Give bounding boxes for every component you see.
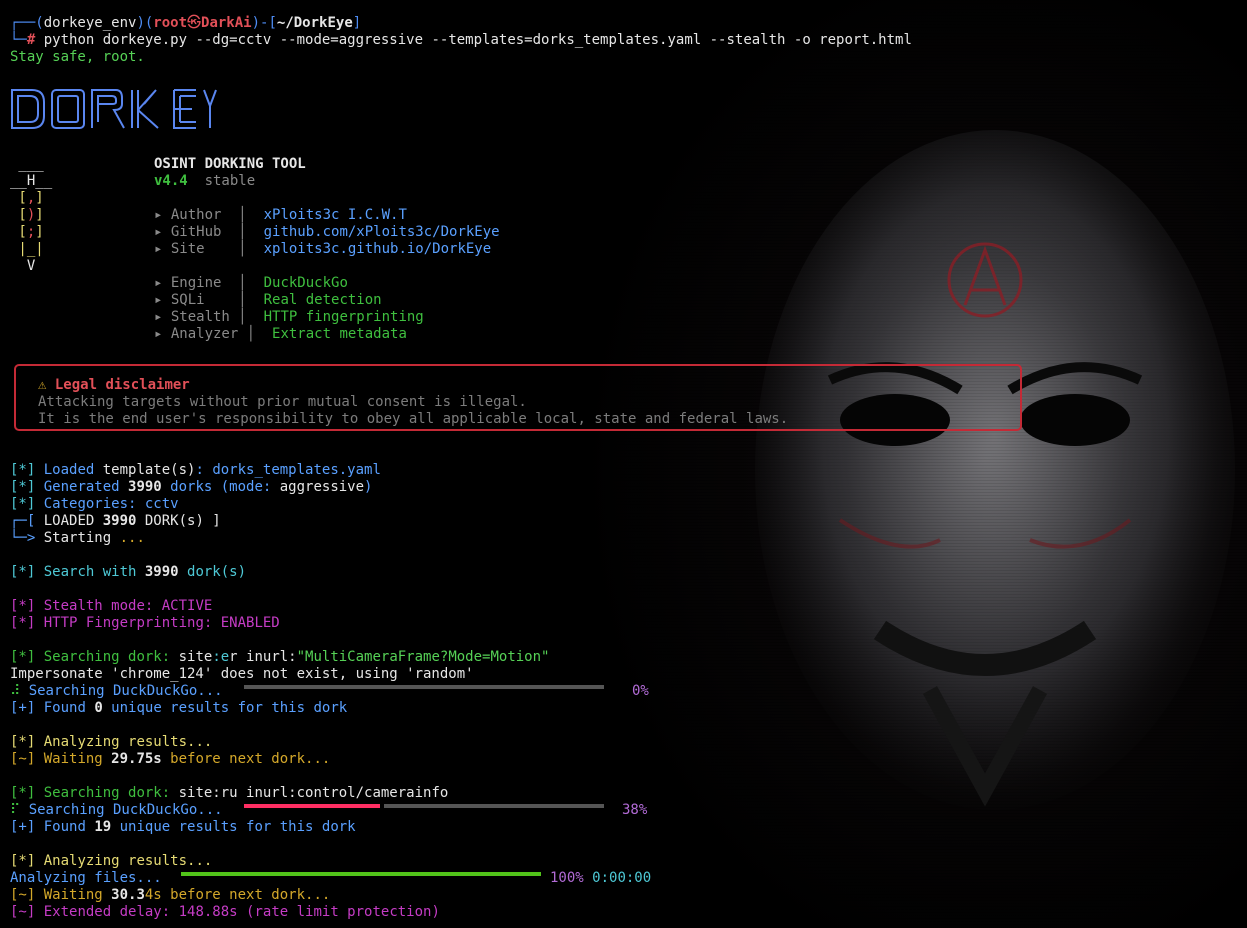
- prompt-host: DarkAi: [201, 15, 252, 31]
- feature-sqli: ▸ SQLi │ Real detection: [154, 292, 382, 308]
- tool-title: OSINT DORKING TOOL: [154, 156, 306, 172]
- mascot-line: V: [10, 258, 36, 274]
- log-analyzing1: [*] Analyzing results...: [10, 734, 213, 750]
- feature-engine: ▸ Engine │ DuckDuckGo: [154, 275, 348, 291]
- mascot-line: [)]: [10, 207, 44, 223]
- command-text[interactable]: python dorkeye.py --dg=cctv --mode=aggre…: [44, 32, 912, 48]
- feature-analyzer: ▸ Analyzer │ Extract metadata: [154, 326, 407, 342]
- log-waiting1: [~] Waiting 29.75s before next dork...: [10, 751, 331, 767]
- progress-track-2: [384, 804, 604, 808]
- progress-percent-1: 0%: [632, 683, 649, 699]
- log-http-fingerprint: [*] HTTP Fingerprinting: ENABLED: [10, 615, 280, 631]
- info-author: ▸ Author │ xPloits3c I.C.W.T: [154, 207, 407, 223]
- log-starting: └─> Starting ...: [10, 530, 145, 546]
- mascot-line: |_|: [10, 241, 44, 257]
- mascot-line: [;]: [10, 224, 44, 240]
- disclaimer-line: Attacking targets without prior mutual c…: [38, 394, 527, 410]
- log-loaded: [*] Loaded template(s): dorks_templates.…: [10, 462, 381, 478]
- log-loaded-box: ┌─[ LOADED 3990 DORK(s) ]: [10, 513, 221, 529]
- analyzing-files-label: Analyzing files...: [10, 870, 162, 886]
- tool-version: v4.4 stable: [154, 173, 256, 189]
- spinner-icon: ⠼: [10, 683, 21, 699]
- command-line[interactable]: └─# python dorkeye.py --dg=cctv --mode=a…: [10, 32, 912, 49]
- mascot-line: __H__: [10, 173, 53, 189]
- dorkeye-logo: [11, 89, 217, 129]
- info-site: ▸ Site │ xploits3c.github.io/DorkEye: [154, 241, 492, 257]
- analyzing-files-status: 100% 0:00:00: [550, 870, 652, 886]
- progress-percent-2: 38%: [622, 802, 648, 818]
- log-extended-delay: [~] Extended delay: 148.88s (rate limit …: [10, 904, 440, 920]
- author-link[interactable]: xPloits3c I.C.W.T: [264, 207, 407, 223]
- prompt-env: dorkeye_env: [43, 15, 137, 31]
- progress-fill-2: [244, 804, 380, 808]
- site-link[interactable]: xploits3c.github.io/DorkEye: [264, 241, 492, 257]
- mascot-line: [,]: [10, 190, 44, 206]
- greeting: Stay safe, root.: [10, 49, 145, 65]
- spinner-icon: ⠏: [10, 802, 21, 818]
- github-link[interactable]: github.com/xPloits3c/DorkEye: [264, 224, 500, 240]
- log-waiting2: [~] Waiting 30.34s before next dork...: [10, 887, 331, 903]
- progress-search-1: ⠼ Searching DuckDuckGo...: [10, 683, 223, 699]
- disclaimer-title: ⚠ Legal disclaimer: [38, 377, 190, 393]
- info-github: ▸ GitHub │ github.com/xPloits3c/DorkEye: [154, 224, 500, 240]
- feature-stealth: ▸ Stealth │ HTTP fingerprinting: [154, 309, 424, 325]
- log-impersonate: Impersonate 'chrome_124' does not exist,…: [10, 666, 474, 682]
- prompt-line: ┌──(dorkeye_env)(root㉿DarkAi)-[~/DorkEye…: [10, 15, 362, 31]
- log-analyzing2: [*] Analyzing results...: [10, 853, 213, 869]
- log-categories: [*] Categories: cctv: [10, 496, 179, 512]
- log-generated: [*] Generated 3990 dorks (mode: aggressi…: [10, 479, 373, 495]
- progress-fill-files: [181, 872, 541, 876]
- log-found2: [+] Found 19 unique results for this dor…: [10, 819, 356, 835]
- log-stealth: [*] Stealth mode: ACTIVE: [10, 598, 213, 614]
- log-search-with: [*] Search with 3990 dork(s): [10, 564, 247, 580]
- log-dork2: [*] Searching dork: site:ru inurl:contro…: [10, 785, 449, 801]
- skull-icon: ㉿: [187, 15, 202, 31]
- progress-track-1: [244, 685, 604, 689]
- prompt-path: ~/DorkEye: [276, 15, 353, 31]
- prompt-user: root: [153, 15, 188, 31]
- disclaimer-line: It is the end user's responsibility to o…: [38, 411, 789, 427]
- log-dork1: [*] Searching dork: site:er inurl:"Multi…: [10, 649, 550, 665]
- log-found1: [+] Found 0 unique results for this dork: [10, 700, 348, 716]
- progress-search-2: ⠏ Searching DuckDuckGo...: [10, 802, 223, 818]
- terminal: ┌──(dorkeye_env)(root㉿DarkAi)-[~/DorkEye…: [0, 0, 1247, 928]
- mascot-line: ___: [10, 156, 44, 172]
